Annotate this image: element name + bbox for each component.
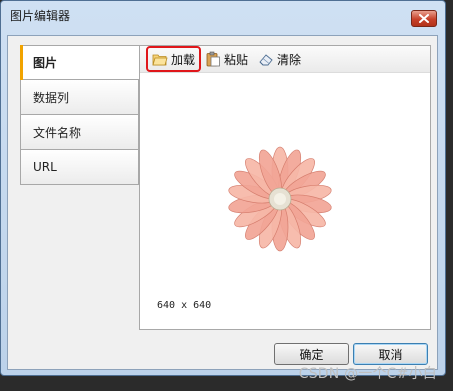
tab-label: 文件名称 <box>33 125 82 140</box>
window-title: 图片编辑器 <box>10 9 71 23</box>
paste-label: 粘贴 <box>224 52 249 67</box>
cancel-button[interactable]: 取消 <box>353 343 428 365</box>
close-button[interactable] <box>411 10 437 27</box>
title-bar[interactable]: 图片编辑器 <box>1 1 445 31</box>
close-icon <box>419 14 429 23</box>
dialog-client-area: 图片 数据列 文件名称 URL 加载 粘贴 清除 640 x 640 确定 取消 <box>7 35 438 370</box>
tab-label: 图片 <box>33 56 58 70</box>
paste-button[interactable]: 粘贴 <box>201 48 252 70</box>
image-toolbar: 加载 粘贴 清除 <box>140 46 430 73</box>
eraser-icon <box>259 54 273 66</box>
tab-data-column[interactable]: 数据列 <box>20 80 139 115</box>
tab-label: 数据列 <box>33 90 70 105</box>
ok-button[interactable]: 确定 <box>274 343 349 365</box>
clear-button[interactable]: 清除 <box>254 48 305 70</box>
csdn-watermark: CSDN @一个C#小白 <box>298 366 437 382</box>
clipboard-icon <box>206 51 220 67</box>
cancel-label: 取消 <box>378 347 403 362</box>
tab-list: 图片 数据列 文件名称 URL <box>20 45 140 185</box>
ok-label: 确定 <box>299 347 324 362</box>
load-label: 加载 <box>171 52 196 67</box>
tab-url[interactable]: URL <box>20 150 139 185</box>
image-panel: 加载 粘贴 清除 640 x 640 <box>139 45 431 330</box>
clear-label: 清除 <box>277 52 302 67</box>
image-size-label: 640 x 640 <box>157 300 212 311</box>
tab-file-name[interactable]: 文件名称 <box>20 115 139 150</box>
load-button[interactable]: 加载 <box>145 46 202 72</box>
tab-label: URL <box>33 160 57 174</box>
tab-image[interactable]: 图片 <box>20 45 140 80</box>
flower-image-preview <box>228 146 332 252</box>
dialog-window: 图片编辑器 图片 数据列 文件名称 URL 加载 粘贴 清除 640 x 640… <box>0 0 446 376</box>
folder-open-icon <box>152 54 168 66</box>
